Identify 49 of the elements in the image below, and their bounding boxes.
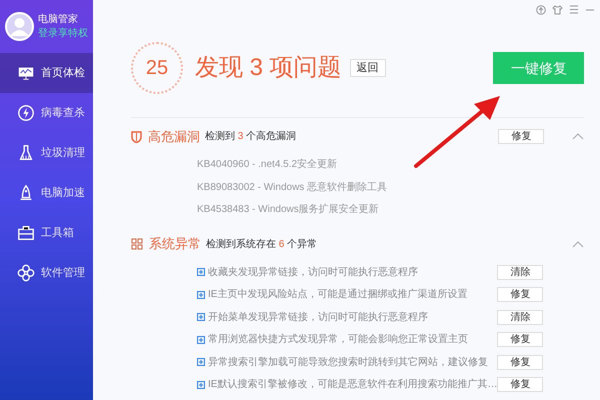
nav-item[interactable]: 工具箱: [0, 213, 93, 253]
action-button[interactable]: 修复: [498, 129, 544, 144]
plus-box-icon[interactable]: [197, 290, 205, 299]
clover-icon: [17, 264, 35, 282]
broom-icon: [17, 144, 35, 162]
action-button[interactable]: 修复: [497, 377, 544, 392]
avatar-icon[interactable]: [5, 12, 34, 41]
nav-item[interactable]: 垃圾清理: [0, 133, 93, 173]
issue-text: 常用浏览器快捷方式发现异常，可能会影响您正常设置主页: [208, 332, 468, 348]
action-button[interactable]: 清除: [497, 264, 544, 280]
nav-item[interactable]: 电脑加速: [0, 173, 93, 213]
plus-box-icon[interactable]: [197, 336, 205, 344]
collapse-chevron-icon[interactable]: [572, 133, 584, 140]
issue-text: KB4040960 - .net4.5.2安全更新: [197, 158, 338, 172]
toolbox-icon: [17, 224, 35, 242]
nav-item[interactable]: 首页体检: [0, 53, 93, 93]
section-summary: 检测到系统存在 6 个异常: [206, 238, 318, 252]
minimize-icon[interactable]: [585, 8, 596, 11]
score-ring: 25: [131, 42, 183, 94]
issue-text: IE默认搜索引擎被修改，可能是恶意软件在利用搜索功能推广其…: [208, 378, 498, 392]
action-button[interactable]: 修复: [497, 287, 544, 302]
plus-box-icon[interactable]: [197, 380, 205, 389]
issue-text: 开始菜单发现异常链接，访问时可能执行恶意程序: [208, 310, 428, 325]
action-button[interactable]: 修复: [497, 332, 544, 348]
plus-box-icon[interactable]: [197, 313, 205, 322]
result-title: 发现 3 项问题: [195, 53, 342, 84]
section-summary: 检测到 3 个高危漏洞: [205, 130, 296, 144]
issue-text: 收藏夹发现异常链接，访问时可能执行恶意程序: [208, 266, 418, 280]
nav-item[interactable]: 软件管理: [0, 253, 93, 293]
issue-text: 异常搜索引擎加载可能导致您搜索时跳转到其它网站，建议修复: [208, 356, 488, 370]
nav-item[interactable]: 病毒查杀: [0, 93, 93, 133]
back-button[interactable]: 返回: [350, 59, 386, 78]
plus-box-icon[interactable]: [197, 358, 205, 366]
issue-text: KB89083002 - Windows 恶意软件删除工具: [197, 180, 388, 195]
menu-icon[interactable]: [569, 5, 580, 14]
windows-icon: [131, 238, 143, 250]
plus-box-icon[interactable]: [197, 268, 205, 276]
collapse-chevron-icon[interactable]: [572, 240, 584, 248]
login-link[interactable]: 登录享特权: [38, 26, 88, 40]
section-title: 高危漏洞: [148, 128, 200, 146]
shield-icon: [131, 130, 142, 142]
shirt-icon[interactable]: [552, 4, 564, 15]
action-button[interactable]: 修复: [497, 354, 544, 370]
issue-text: KB4538483 - Windows服务扩展安全更新: [197, 202, 379, 218]
action-button[interactable]: 清除: [497, 310, 544, 325]
app-name: 电脑管家: [38, 12, 79, 26]
issue-text: IE主页中发现风险站点，可能是通过捆绑或推广渠道所设置: [208, 288, 468, 302]
section-title: 系统异常: [149, 235, 201, 254]
lightning-icon: [17, 104, 35, 122]
